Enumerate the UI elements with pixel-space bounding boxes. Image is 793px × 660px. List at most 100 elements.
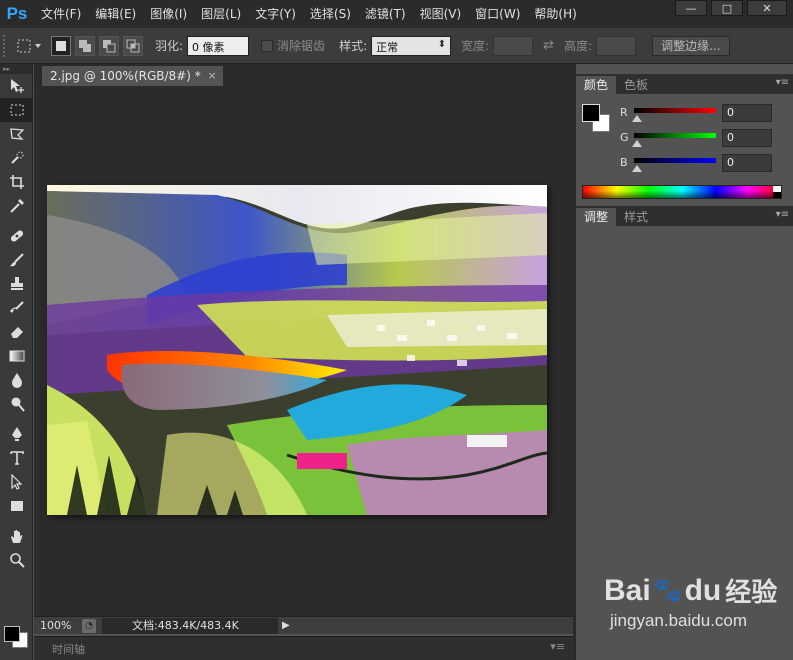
eraser-tool[interactable]: [0, 320, 33, 344]
green-slider-row: G 0: [620, 128, 790, 150]
height-input[interactable]: [596, 35, 637, 56]
zoom-tool[interactable]: [0, 548, 33, 572]
menu-select[interactable]: 选择(S): [303, 0, 358, 28]
red-thumb[interactable]: [632, 115, 642, 122]
pen-icon: [11, 427, 22, 441]
intersect-selection-icon: [126, 39, 140, 52]
style-select[interactable]: 正常: [371, 35, 452, 56]
blue-track[interactable]: [634, 158, 716, 163]
menu-file[interactable]: 文件(F): [34, 0, 88, 28]
tab-adjustments[interactable]: 调整: [576, 208, 617, 226]
healing-brush-tool[interactable]: [0, 224, 33, 248]
new-selection-icon: [56, 40, 66, 51]
status-info-icon[interactable]: ◔: [82, 618, 96, 633]
lasso-tool[interactable]: [0, 122, 33, 146]
red-track[interactable]: [634, 108, 716, 113]
quick-selection-tool[interactable]: [0, 146, 33, 170]
status-menu-arrow-icon[interactable]: ▶: [282, 620, 290, 631]
feather-input[interactable]: 0 像素: [187, 35, 250, 56]
blur-tool[interactable]: [0, 368, 33, 392]
intersect-selection-button[interactable]: [123, 35, 143, 56]
eyedropper-tool[interactable]: [0, 194, 33, 218]
blue-slider-row: B 0: [620, 153, 790, 175]
antialias-label: 消除锯齿: [277, 39, 326, 53]
width-input[interactable]: [493, 35, 534, 56]
menu-view[interactable]: 视图(V): [413, 0, 469, 28]
tools-panel: ▸▸: [0, 64, 33, 660]
document-tab[interactable]: 2.jpg @ 100%(RGB/8#) * ×: [42, 66, 223, 86]
zoom-level[interactable]: 100%: [34, 619, 82, 632]
document-tab-title: 2.jpg @ 100%(RGB/8#) *: [50, 69, 201, 83]
color-panel-menu-icon[interactable]: ▾≡: [776, 77, 789, 88]
new-selection-button[interactable]: [51, 35, 71, 56]
lasso-icon: [9, 128, 24, 140]
green-value-input[interactable]: 0: [722, 129, 772, 147]
add-selection-icon: [79, 39, 91, 52]
move-tool[interactable]: [0, 74, 33, 98]
dodge-tool[interactable]: [0, 392, 33, 416]
minimize-button[interactable]: —: [675, 0, 707, 16]
menu-type[interactable]: 文字(Y): [248, 0, 303, 28]
color-spectrum-bar[interactable]: [582, 185, 782, 199]
pen-tool[interactable]: [0, 422, 33, 446]
menu-image[interactable]: 图像(I): [143, 0, 194, 28]
gradient-tool[interactable]: [0, 344, 33, 368]
tab-swatches[interactable]: 色板: [616, 76, 656, 94]
blue-thumb[interactable]: [632, 165, 642, 172]
adjustments-panel-menu-icon[interactable]: ▾≡: [776, 209, 789, 220]
close-tab-icon[interactable]: ×: [208, 66, 217, 86]
panel-foreground-swatch[interactable]: [582, 104, 600, 122]
hand-tool[interactable]: [0, 524, 33, 548]
hand-icon: [10, 530, 22, 543]
photoshop-logo: Ps: [6, 4, 28, 23]
options-grip[interactable]: [3, 34, 11, 57]
menu-layer[interactable]: 图层(L): [194, 0, 248, 28]
feather-label: 羽化:: [155, 39, 184, 53]
canvas-area[interactable]: [34, 86, 573, 616]
green-track[interactable]: [634, 133, 716, 138]
tools-collapse-icon[interactable]: ▸▸: [0, 64, 32, 74]
menu-help[interactable]: 帮助(H): [527, 0, 583, 28]
options-bar: 羽化: 0 像素 消除锯齿 样式: 正常 宽度: ⇄ 高度: 调整边缘...: [0, 28, 793, 64]
move-icon: [10, 79, 24, 93]
tab-styles[interactable]: 样式: [616, 208, 656, 226]
color-swatches[interactable]: [4, 622, 30, 648]
path-selection-tool[interactable]: [0, 470, 33, 494]
green-label: G: [620, 131, 629, 144]
rectangular-marquee-tool[interactable]: [0, 98, 33, 122]
close-button[interactable]: ✕: [747, 0, 787, 16]
document-tab-bar: 2.jpg @ 100%(RGB/8#) * ×: [34, 64, 573, 86]
type-tool[interactable]: [0, 446, 33, 470]
marquee-preset-icon: [17, 39, 41, 52]
tab-color[interactable]: 颜色: [576, 76, 617, 94]
refine-edge-button[interactable]: 调整边缘...: [652, 35, 730, 56]
add-selection-button[interactable]: [75, 35, 95, 56]
stamp-icon: [10, 277, 23, 290]
window-controls: — □ ✕: [675, 0, 787, 16]
timeline-menu-icon[interactable]: ▾≡: [550, 640, 565, 653]
tool-preset-picker[interactable]: [11, 35, 49, 57]
menu-bar: Ps 文件(F) 编辑(E) 图像(I) 图层(L) 文字(Y) 选择(S) 滤…: [0, 0, 793, 28]
swap-icon[interactable]: ⇄: [543, 38, 554, 53]
menu-filter[interactable]: 滤镜(T): [358, 0, 413, 28]
red-value-input[interactable]: 0: [722, 104, 772, 122]
maximize-button[interactable]: □: [711, 0, 743, 16]
antialias-checkbox[interactable]: [261, 39, 274, 52]
clone-stamp-tool[interactable]: [0, 272, 33, 296]
crop-tool[interactable]: [0, 170, 33, 194]
edited-landscape-image[interactable]: [47, 185, 547, 515]
marquee-icon: [10, 104, 23, 116]
foreground-color-swatch[interactable]: [4, 626, 20, 642]
black-white-swatch[interactable]: [773, 186, 781, 198]
brush-tool[interactable]: [0, 248, 33, 272]
timeline-tab[interactable]: 时间轴: [52, 641, 85, 657]
blue-value-input[interactable]: 0: [722, 154, 772, 172]
rectangle-tool[interactable]: [0, 494, 33, 518]
menu-window[interactable]: 窗口(W): [468, 0, 527, 28]
history-brush-tool[interactable]: [0, 296, 33, 320]
quick-selection-icon: [10, 151, 23, 164]
subtract-selection-button[interactable]: [99, 35, 119, 56]
rectangle-icon: [10, 501, 23, 511]
green-thumb[interactable]: [632, 140, 642, 147]
menu-edit[interactable]: 编辑(E): [88, 0, 143, 28]
